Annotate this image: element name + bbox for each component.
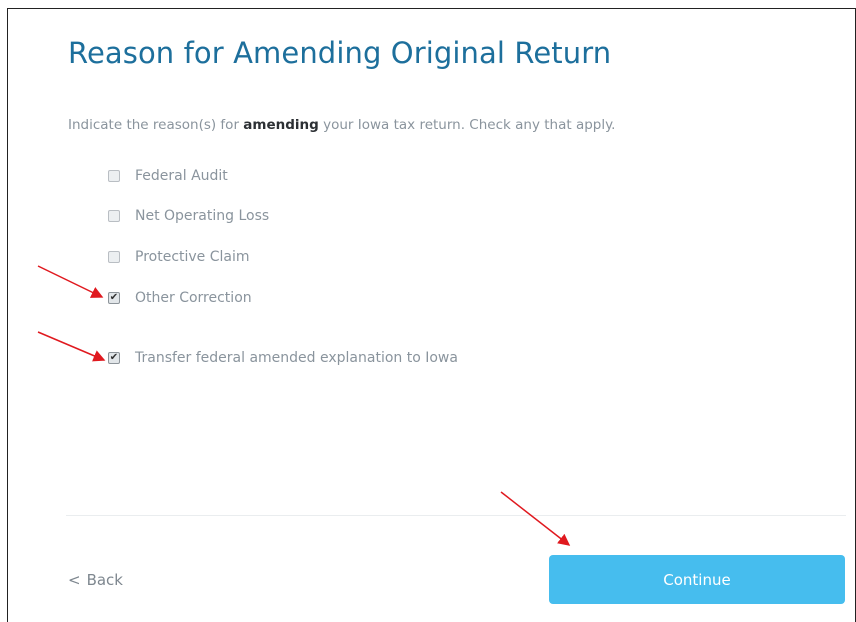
page-title: Reason for Amending Original Return <box>68 36 612 70</box>
option-protective-claim[interactable]: Protective Claim <box>108 249 250 265</box>
chevron-left-icon: < <box>68 571 81 589</box>
back-button[interactable]: < Back <box>68 571 123 589</box>
option-label: Net Operating Loss <box>135 208 270 224</box>
check-mark-icon: ✔ <box>109 292 119 303</box>
checkbox-federal-audit[interactable] <box>108 170 120 182</box>
checkbox-transfer-federal-explanation[interactable]: ✔ <box>108 352 120 364</box>
window-frame <box>7 8 856 622</box>
option-label: Transfer federal amended explanation to … <box>135 350 458 366</box>
footer-divider <box>66 515 846 516</box>
checkbox-protective-claim[interactable] <box>108 251 120 263</box>
option-label: Protective Claim <box>135 249 250 265</box>
instructions-text: Indicate the reason(s) for amending your… <box>68 117 615 133</box>
instructions-bold: amending <box>243 117 319 133</box>
option-label: Federal Audit <box>135 168 228 184</box>
instructions-before: Indicate the reason(s) for <box>68 117 244 133</box>
continue-button[interactable]: Continue <box>549 555 845 604</box>
option-federal-audit[interactable]: Federal Audit <box>108 168 228 184</box>
checkbox-net-operating-loss[interactable] <box>108 210 120 222</box>
instructions-after: your Iowa tax return. Check any that app… <box>318 117 616 133</box>
check-mark-icon: ✔ <box>109 352 119 363</box>
back-label: Back <box>86 571 123 589</box>
option-label: Other Correction <box>135 290 252 306</box>
checkbox-other-correction[interactable]: ✔ <box>108 292 120 304</box>
option-other-correction[interactable]: ✔ Other Correction <box>108 290 252 306</box>
option-transfer-federal-explanation[interactable]: ✔ Transfer federal amended explanation t… <box>108 350 458 366</box>
option-net-operating-loss[interactable]: Net Operating Loss <box>108 208 269 224</box>
